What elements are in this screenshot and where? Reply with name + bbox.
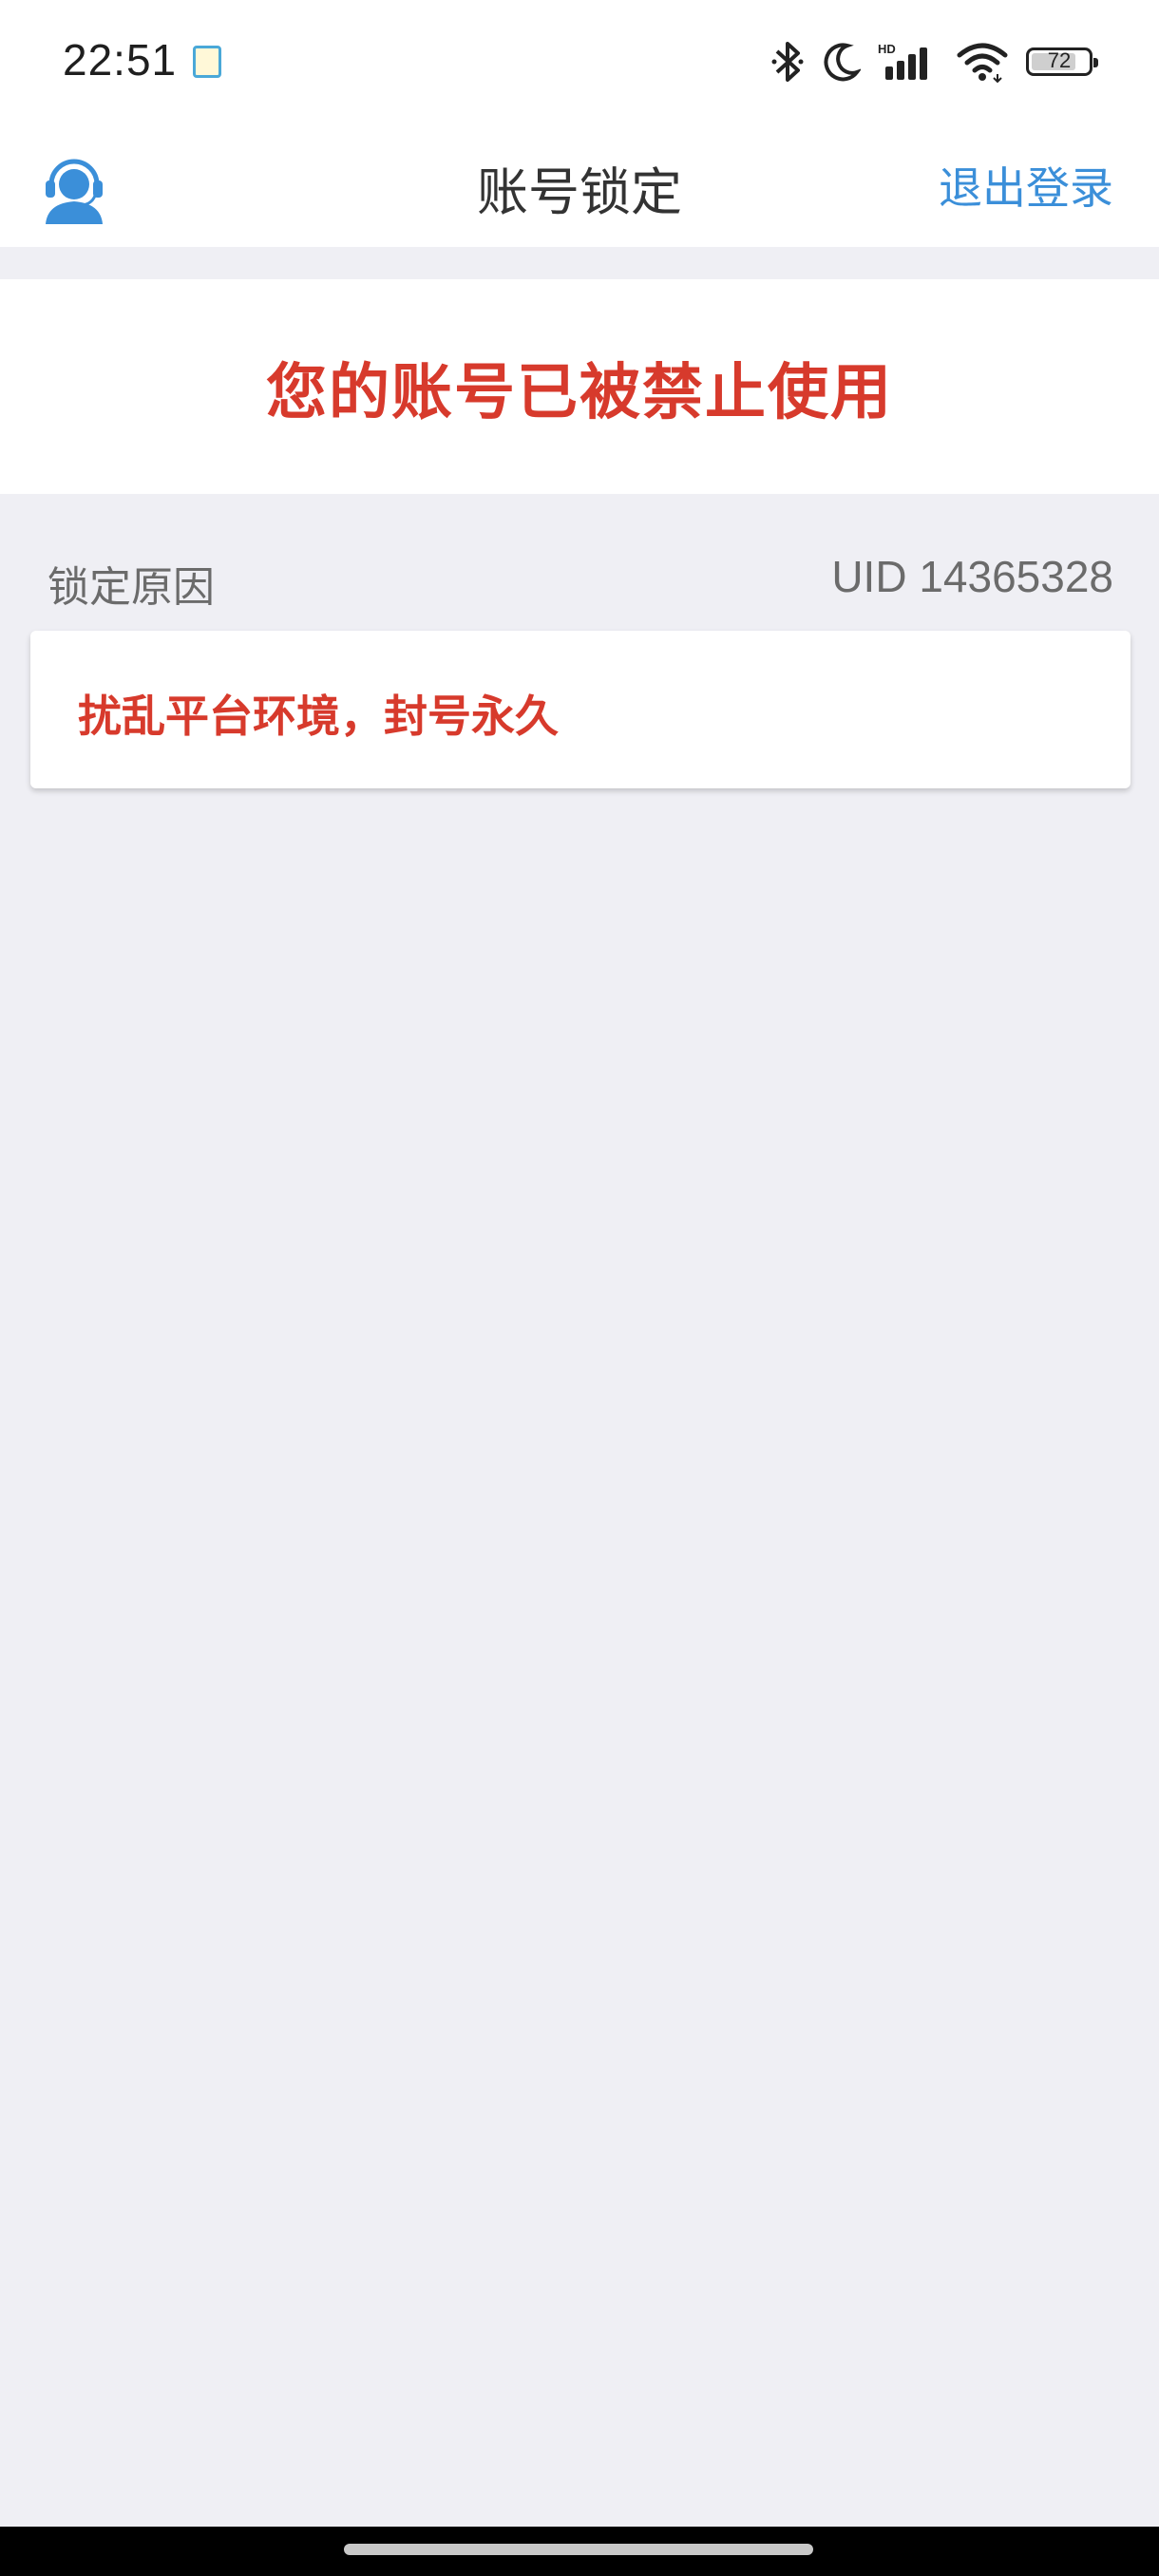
- wifi-icon: [957, 43, 1008, 84]
- uid-label: UID 14365328: [831, 552, 1113, 601]
- app-notification-icon: [193, 46, 221, 78]
- moon-icon: [824, 43, 861, 82]
- bluetooth-icon: [771, 42, 804, 82]
- nav-bar: 账号锁定 退出登录: [0, 123, 1159, 247]
- reason-card: 扰乱平台环境，封号永久: [30, 631, 1130, 788]
- lock-message: 您的账号已被禁止使用: [266, 358, 893, 428]
- status-time: 22:51: [63, 35, 178, 85]
- gesture-bar: [0, 2527, 1159, 2576]
- status-bar: 22:51 HD 72: [0, 0, 1159, 123]
- reason-label: 锁定原因: [48, 563, 215, 612]
- lock-banner: 您的账号已被禁止使用: [0, 279, 1159, 494]
- reason-text: 扰乱平台环境，封号永久: [78, 691, 559, 742]
- status-icons: HD 72: [771, 38, 1098, 85]
- home-indicator[interactable]: [344, 2544, 813, 2555]
- account-locked-screen: 22:51 HD 72 账号锁定 退出登录 您的账号已被禁止使用 锁定原因 UI…: [0, 0, 1159, 2576]
- logout-button[interactable]: 退出登录: [939, 154, 1113, 217]
- battery-level: 72: [1047, 48, 1072, 72]
- battery-icon: 72: [1026, 47, 1098, 76]
- hd-signal-icon: HD: [878, 42, 927, 80]
- svg-text:HD: HD: [878, 42, 896, 56]
